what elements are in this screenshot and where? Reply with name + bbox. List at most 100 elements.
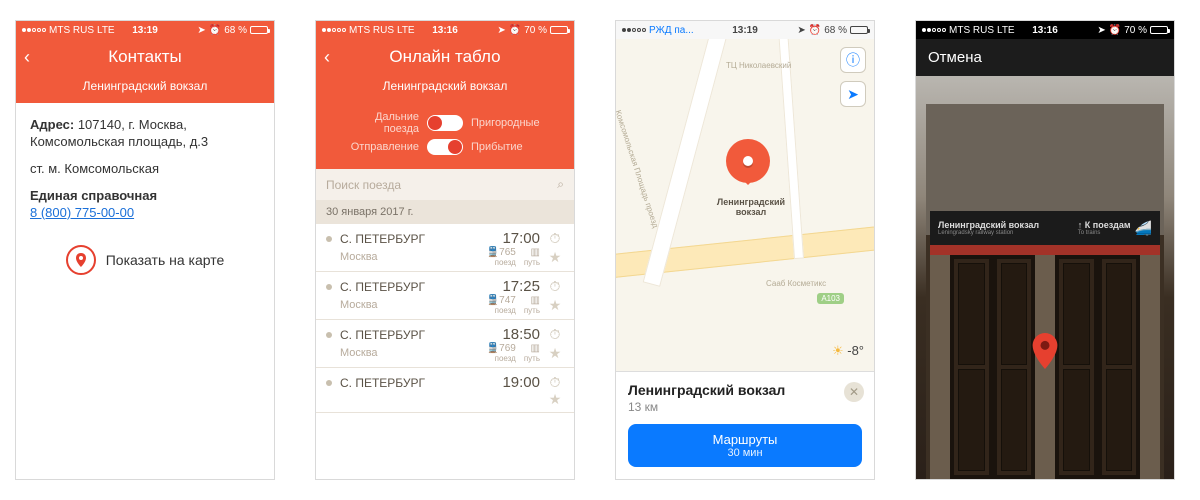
status-bar: MTS RUS LTE 13:16 ➤ ⏰ 70 % — [316, 21, 574, 39]
hotline-label: Единая справочная — [30, 188, 157, 203]
battery-icon — [550, 26, 568, 34]
station-sign: Ленинградский вокзал Leningradsky railwa… — [930, 211, 1160, 245]
sign-to-trains-en: To trains — [1078, 230, 1131, 236]
train-list[interactable]: С. ПЕТЕРБУРГ17:00⏱Москва🚆765поезд▥путь★С… — [316, 224, 574, 479]
train-time: 18:50 — [487, 326, 540, 343]
map-route-badge: A103 — [817, 293, 844, 304]
toggle2-right-label: Прибытие — [471, 141, 551, 153]
battery-icon — [250, 26, 268, 34]
alarm-outline-icon[interactable]: ⏱ — [546, 278, 564, 295]
train-origin: Москва — [340, 347, 481, 359]
train-row[interactable]: С. ПЕТЕРБУРГ17:00⏱Москва🚆765поезд▥путь★ — [316, 224, 574, 272]
alarm-outline-icon[interactable]: ⏱ — [546, 326, 564, 343]
switch-icon — [427, 139, 463, 155]
status-time: 13:16 — [916, 25, 1174, 36]
toggle1-left-label: Дальние поезда — [339, 111, 419, 135]
search-icon: ⌕ — [557, 177, 564, 192]
sign-red-stripe — [930, 245, 1160, 255]
road-minor — [778, 39, 804, 259]
screen-photo: MTS RUS LTE 13:16 ➤ ⏰ 70 % Отмена Ленинг… — [915, 20, 1175, 480]
hotline-phone-link[interactable]: 8 (800) 775-00-00 — [30, 205, 134, 220]
routes-label: Маршруты — [713, 432, 778, 447]
map-poi-label: ТЦ Николаевский — [726, 61, 791, 70]
map-pin-label: Ленинградский вокзал — [711, 197, 791, 217]
bullet-icon — [326, 332, 332, 338]
track-icon: ▥ — [531, 247, 540, 258]
favorite-star-icon[interactable]: ★ — [546, 391, 564, 408]
train-icon: 🚆 — [487, 247, 499, 258]
toggle-direction[interactable]: Отправление Прибытие — [326, 139, 564, 155]
photo-header: Отмена — [916, 39, 1174, 76]
show-on-map-button[interactable]: Показать на карте — [30, 245, 260, 275]
filter-toggles: Дальние поезда Пригородные Отправление П… — [316, 103, 574, 169]
nav-header: ‹ Контакты — [16, 39, 274, 73]
search-input[interactable]: Поиск поезда ⌕ — [316, 169, 574, 200]
nav-header: ‹ Онлайн табло — [316, 39, 574, 73]
locate-arrow-icon: ➤ — [847, 86, 859, 103]
map-info-button[interactable]: ⓘ — [840, 47, 866, 73]
train-meta: 🚆769поезд▥путь — [487, 343, 540, 363]
favorite-star-icon[interactable]: ★ — [546, 249, 564, 266]
train-row[interactable]: С. ПЕТЕРБУРГ 19:00 ⏱★ — [316, 368, 574, 413]
sun-icon: ☀ — [832, 343, 844, 358]
train-row[interactable]: С. ПЕТЕРБУРГ 18:50 ⏱ Москва 🚆769поезд▥путь ★ — [316, 320, 574, 368]
close-icon: ✕ — [849, 385, 859, 399]
train-meta: 🚆765поезд▥путь — [487, 247, 540, 267]
bullet-icon — [326, 380, 332, 386]
train-time: 19:00 — [502, 374, 540, 391]
bullet-icon — [326, 236, 332, 242]
switch-icon — [427, 115, 463, 131]
station-subheader: Ленинградский вокзал — [16, 73, 274, 103]
train-origin: Москва — [340, 251, 481, 263]
toggle2-left-label: Отправление — [339, 141, 419, 153]
track-icon: ▥ — [531, 343, 540, 354]
train-destination: С. ПЕТЕРБУРГ — [340, 376, 496, 390]
toggle-train-type[interactable]: Дальние поезда Пригородные — [326, 111, 564, 135]
place-distance: 13 км — [628, 400, 862, 414]
map-pin[interactable] — [726, 139, 770, 183]
map-locate-button[interactable]: ➤ — [840, 81, 866, 107]
train-origin: Москва — [340, 299, 481, 311]
date-header: 30 января 2017 г. — [316, 200, 574, 224]
alarm-outline-icon[interactable]: ⏱ — [546, 374, 564, 391]
status-bar: MTS RUS LTE 13:16 ➤ ⏰ 70 % — [916, 21, 1174, 39]
train-destination: С. ПЕТЕРБУРГ — [340, 328, 481, 342]
cancel-button[interactable]: Отмена — [928, 49, 982, 66]
status-time: 13:19 — [16, 25, 274, 36]
screen-contacts: MTS RUS LTE 13:19 ➤ ⏰ 68 % ‹ Контакты Ле… — [15, 20, 275, 480]
station-photo[interactable]: Ленинградский вокзал Leningradsky railwa… — [916, 76, 1174, 479]
page-title: Контакты — [108, 47, 181, 66]
train-row[interactable]: С. ПЕТЕРБУРГ 17:25 ⏱ Москва 🚆747поезд▥путь ★ — [316, 272, 574, 320]
battery-icon — [850, 26, 868, 34]
show-on-map-label: Показать на карте — [106, 252, 225, 268]
screen-map: РЖД па... 13:19 ➤ ⏰ 68 % ТЦ Николаевский… — [615, 20, 875, 480]
train-icon: 🚆 — [487, 295, 499, 306]
back-button[interactable]: ‹ — [24, 47, 30, 68]
address-label: Адрес: — [30, 117, 74, 132]
card-close-button[interactable]: ✕ — [844, 382, 864, 402]
train-meta: 🚆747поезд▥путь — [487, 295, 540, 315]
alarm-outline-icon[interactable]: ⏱ — [546, 230, 564, 247]
favorite-star-icon[interactable]: ★ — [546, 297, 564, 314]
train-destination: С. ПЕТЕРБУРГ — [340, 232, 481, 246]
track-icon: ▥ — [531, 295, 540, 306]
info-icon: ⓘ — [846, 50, 860, 70]
status-bar: MTS RUS LTE 13:19 ➤ ⏰ 68 % — [16, 21, 274, 39]
place-card: ✕ Ленинградский вокзал 13 км Маршруты 30… — [616, 371, 874, 479]
map-canvas[interactable]: ТЦ Николаевский Сааб Косметикс Комсомоль… — [616, 39, 874, 479]
search-placeholder: Поиск поезда — [326, 178, 401, 192]
pin-dot-icon — [743, 156, 753, 166]
map-pin-icon — [1031, 333, 1059, 369]
train-time: 17:25 — [487, 278, 540, 295]
routes-button[interactable]: Маршруты 30 мин — [628, 424, 862, 467]
page-title: Онлайн табло — [389, 47, 500, 66]
sign-station-en: Leningradsky railway station — [938, 230, 1039, 236]
back-button[interactable]: ‹ — [324, 47, 330, 68]
screen-timetable: MTS RUS LTE 13:16 ➤ ⏰ 70 % ‹ Онлайн табл… — [315, 20, 575, 480]
sign-to-trains-ru: ↑ К поездам — [1078, 220, 1131, 230]
favorite-star-icon[interactable]: ★ — [546, 345, 564, 362]
train-destination: С. ПЕТЕРБУРГ — [340, 280, 481, 294]
bullet-icon — [326, 284, 332, 290]
status-time: 13:16 — [316, 25, 574, 36]
place-title: Ленинградский вокзал — [628, 382, 862, 398]
